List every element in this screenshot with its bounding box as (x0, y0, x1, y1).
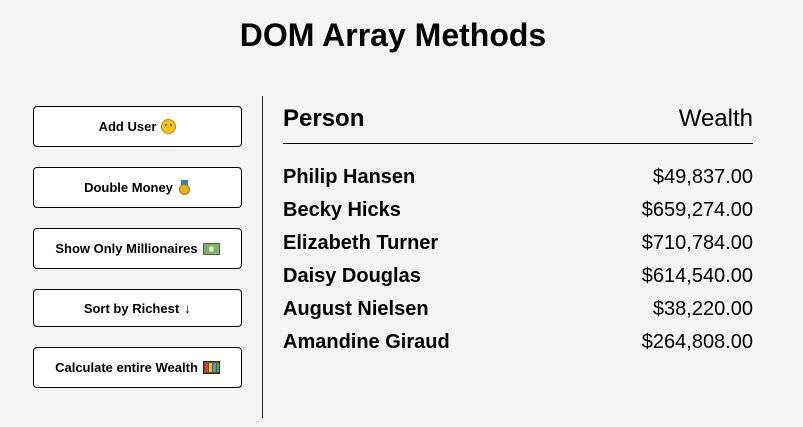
table-row: Amandine Giraud $264,808.00 (283, 326, 753, 359)
add-user-button[interactable]: Add User (33, 106, 242, 147)
down-arrow-icon: ↓ (184, 300, 192, 316)
table-header: Person Wealth (283, 104, 753, 144)
show-millionaires-label: Show Only Millionaires (55, 241, 198, 256)
sort-by-richest-label: Sort by Richest (83, 300, 180, 316)
person-wealth: $710,784.00 (641, 232, 753, 254)
person-wealth: $614,540.00 (641, 265, 753, 287)
wealth-column-header: Wealth (678, 105, 753, 132)
person-name: Philip Hansen (283, 166, 416, 188)
person-wealth: $38,220.00 (652, 298, 753, 320)
table-row: Elizabeth Turner $710,784.00 (283, 227, 753, 260)
medal-emoji-icon (178, 180, 191, 195)
wealth-table: Person Wealth Philip Hansen $49,837.00 B… (283, 104, 753, 359)
table-rows: Philip Hansen $49,837.00 Becky Hicks $65… (283, 161, 753, 359)
person-name: Elizabeth Turner (283, 232, 439, 254)
add-user-label: Add User (98, 119, 157, 134)
person-wealth: $49,837.00 (652, 166, 753, 188)
person-name: August Nielsen (283, 298, 429, 320)
table-row: August Nielsen $38,220.00 (283, 293, 753, 326)
money-bills-emoji-icon (202, 242, 220, 255)
sort-by-richest-button[interactable]: Sort by Richest ↓ (33, 289, 242, 327)
person-name: Becky Hicks (283, 199, 401, 221)
table-row: Daisy Douglas $614,540.00 (283, 260, 753, 293)
abacus-emoji-icon (202, 361, 220, 374)
person-name: Daisy Douglas (283, 265, 421, 287)
show-millionaires-button[interactable]: Show Only Millionaires (33, 228, 242, 269)
vertical-divider (262, 96, 263, 418)
table-row: Becky Hicks $659,274.00 (283, 194, 753, 227)
calculate-wealth-label: Calculate entire Wealth (55, 360, 198, 375)
face-emoji-icon (161, 119, 177, 134)
double-money-button[interactable]: Double Money (33, 167, 242, 208)
person-wealth: $659,274.00 (641, 199, 753, 221)
person-column-header: Person (283, 105, 365, 132)
calculate-wealth-button[interactable]: Calculate entire Wealth (33, 347, 242, 388)
person-name: Amandine Giraud (283, 331, 450, 353)
person-wealth: $264,808.00 (641, 331, 753, 353)
table-row: Philip Hansen $49,837.00 (283, 161, 753, 194)
page-title: DOM Array Methods (239, 17, 547, 53)
double-money-label: Double Money (84, 180, 173, 195)
